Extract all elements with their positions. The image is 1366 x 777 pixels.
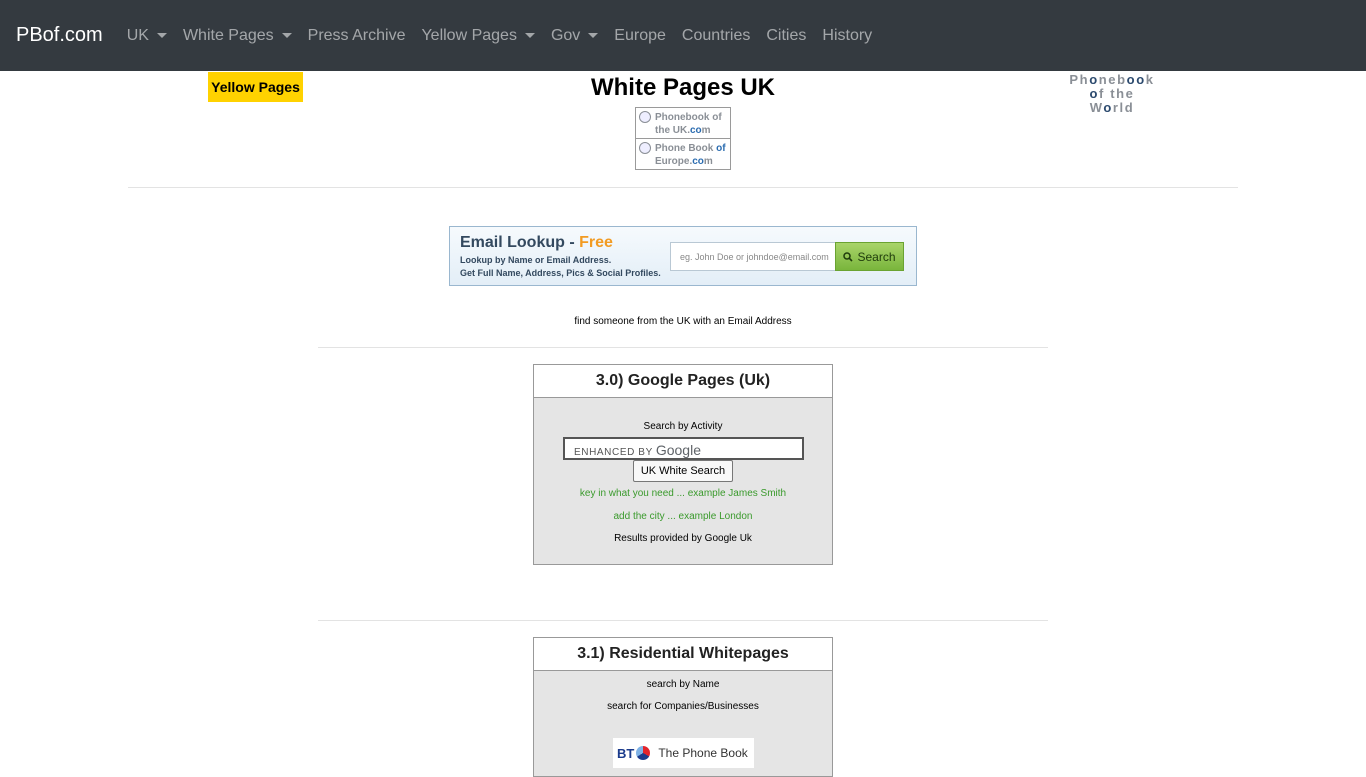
nav-gov[interactable]: Gov — [543, 27, 606, 45]
page-title: White Pages UK — [590, 74, 776, 101]
chevron-down-icon — [524, 33, 535, 38]
phonebook-europe-logo[interactable]: Phone Book of Europe.com — [635, 138, 731, 170]
chevron-down-icon — [588, 33, 599, 38]
search-by-activity-label: Search by Activity — [643, 421, 723, 432]
divider — [318, 620, 1048, 621]
search-by-name-link[interactable]: search by Name — [534, 679, 832, 690]
globe-icon — [639, 111, 651, 123]
nav-countries-label: Countries — [681, 26, 751, 44]
top-navbar: PBof.com UK White Pages Press Archive Ye… — [0, 0, 1366, 71]
google-logo: Google — [655, 442, 701, 458]
bt-phone-book-logo[interactable]: BT The Phone Book — [613, 738, 754, 768]
nav-history-label: History — [822, 26, 873, 44]
brand-link[interactable]: PBof.com — [16, 24, 103, 47]
nav-uk[interactable]: UK — [119, 27, 175, 45]
nav-yellow-pages[interactable]: Yellow Pages — [413, 27, 542, 45]
email-lookup-description: Lookup by Name or Email Address. Get Ful… — [460, 255, 661, 278]
nav-cities[interactable]: Cities — [758, 27, 814, 45]
email-lookup-search-button[interactable]: Search — [835, 242, 904, 271]
hint-text: add the city ... example London — [613, 511, 753, 522]
chevron-down-icon — [281, 33, 292, 38]
search-companies-link[interactable]: search for Companies/Businesses — [534, 701, 832, 712]
nav-gov-label: Gov — [550, 26, 581, 44]
nav-yellow-pages-label: Yellow Pages — [421, 26, 517, 44]
google-pages-panel: 3.0) Google Pages (Uk) Search by Activit… — [533, 364, 833, 565]
email-lookup-title: Email Lookup - Free — [460, 234, 613, 251]
email-lookup-input[interactable]: eg. John Doe or johndoe@email.com — [670, 242, 836, 271]
phonebook-uk-logo[interactable]: Phonebook of the UK.com — [635, 107, 731, 139]
uk-white-search-button[interactable]: UK White Search — [633, 460, 733, 482]
nav-press-archive-label: Press Archive — [307, 26, 406, 44]
divider — [318, 347, 1048, 348]
residential-whitepages-heading: 3.1) Residential Whitepages — [534, 638, 832, 671]
search-icon — [843, 251, 854, 262]
hint-text: key in what you need ... example James S… — [579, 488, 787, 499]
email-lookup-caption: find someone from the UK with an Email A… — [574, 316, 792, 327]
nav-cities-label: Cities — [766, 26, 807, 44]
globe-icon — [639, 142, 651, 154]
residential-whitepages-panel: 3.1) Residential Whitepages search by Na… — [533, 637, 833, 777]
nav-white-pages-label: White Pages — [182, 26, 274, 44]
nav-countries[interactable]: Countries — [674, 27, 758, 45]
phonebook-of-the-world-logo[interactable]: Phonebook of the World — [1066, 73, 1158, 115]
google-pages-heading: 3.0) Google Pages (Uk) — [534, 365, 832, 398]
nav-press-archive[interactable]: Press Archive — [300, 27, 414, 45]
nav-uk-label: UK — [126, 26, 149, 44]
google-search-input[interactable]: ENHANCED BY Google — [563, 437, 804, 460]
results-provided-text: Results provided by Google Uk — [614, 533, 752, 544]
logo-line-2: of the World — [1089, 86, 1135, 115]
nav-europe[interactable]: Europe — [606, 27, 674, 45]
nav-europe-label: Europe — [614, 26, 666, 44]
logo-line-1: Phonebook — [1069, 72, 1155, 87]
bt-globe-icon — [636, 746, 651, 760]
divider — [128, 187, 1238, 188]
nav-history[interactable]: History — [814, 27, 880, 45]
nav-white-pages[interactable]: White Pages — [175, 27, 300, 45]
chevron-down-icon — [156, 33, 167, 38]
email-lookup-banner[interactable]: Email Lookup - Free Lookup by Name or Em… — [449, 226, 917, 286]
